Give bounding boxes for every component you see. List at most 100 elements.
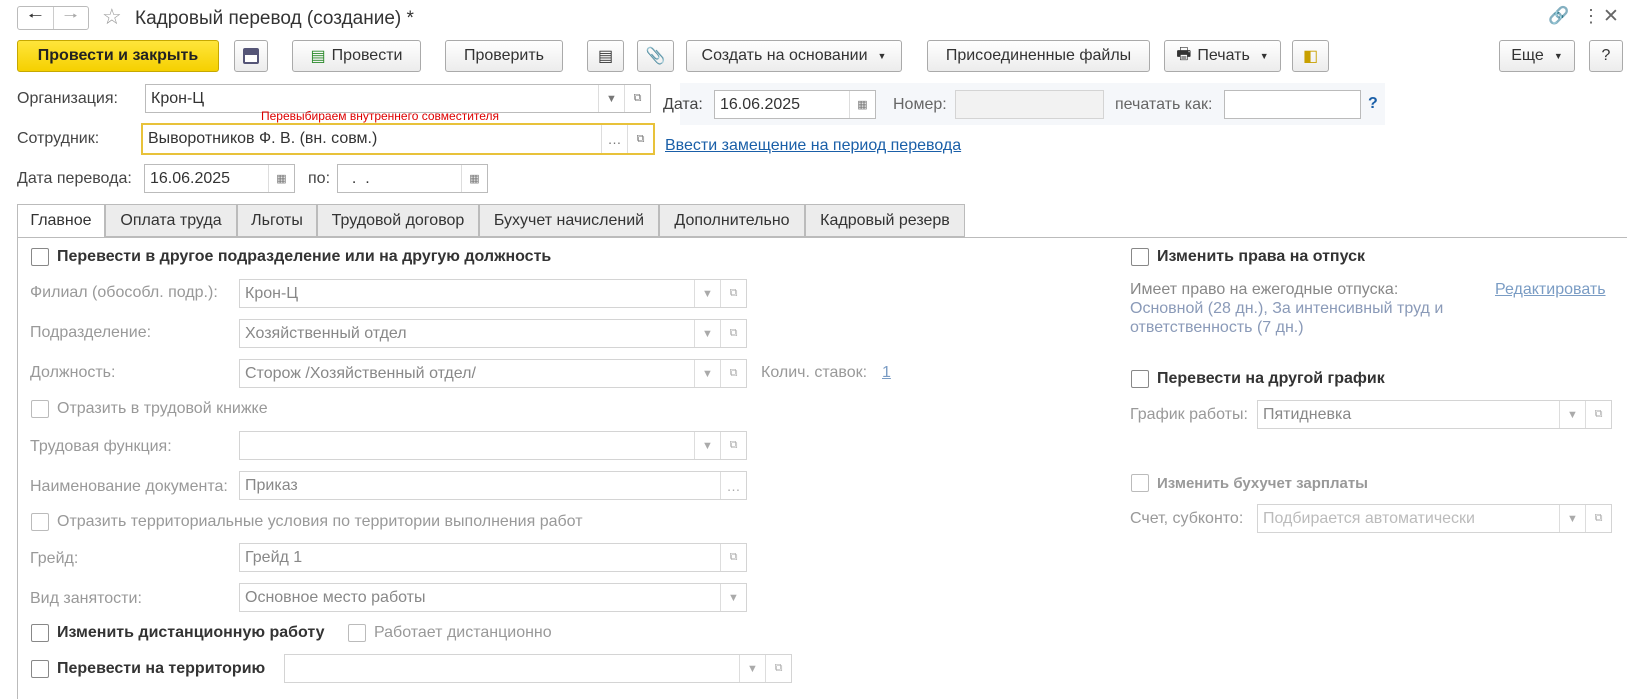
branch-field[interactable]: Крон-Ц ▼ ⧉ [239, 279, 747, 308]
select-dots-icon[interactable]: … [601, 125, 627, 153]
dropdown-icon[interactable]: ▼ [694, 432, 720, 459]
employee-value: Выворотников Ф. В. (вн. совм.) [148, 130, 378, 147]
territorial-checkbox[interactable] [31, 513, 49, 531]
remote-checkbox[interactable] [31, 624, 49, 642]
list-icon: ▤ [597, 48, 614, 65]
window-title: Кадровый перевод (создание) * [135, 8, 414, 29]
territory-field[interactable]: ▼ ⧉ [284, 654, 792, 683]
back-arrow-icon[interactable]: 🠐 [18, 7, 54, 29]
calendar-icon[interactable]: ▦ [461, 165, 487, 192]
open-icon[interactable]: ⧉ [624, 85, 650, 112]
schedule-field[interactable]: Пятидневка ▼ ⧉ [1257, 400, 1612, 429]
doc-name-field[interactable]: Приказ … [239, 471, 747, 500]
account-placeholder: Подбирается автоматически [1263, 509, 1475, 527]
save-button[interactable] [234, 40, 268, 72]
remote-works-checkbox[interactable] [348, 624, 366, 642]
open-icon[interactable]: ⧉ [720, 544, 746, 571]
close-icon[interactable]: ✕ [1603, 5, 1619, 28]
tab-hr-reserve[interactable]: Кадровый резерв [805, 204, 965, 237]
edit-vacation-link[interactable]: Редактировать [1495, 281, 1606, 299]
number-field[interactable] [955, 90, 1104, 119]
report-button[interactable]: ◧ [1292, 40, 1329, 72]
employee-label: Сотрудник: [17, 130, 100, 147]
check-button[interactable]: Проверить [445, 40, 563, 72]
dept-value: Хозяйственный отдел [245, 324, 407, 342]
rates-value[interactable]: 1 [882, 364, 891, 382]
employment-field[interactable]: Основное место работы ▼ [239, 583, 747, 612]
to-date-field[interactable]: . . ▦ [337, 164, 488, 193]
printer-icon: 🖶 [1176, 45, 1192, 63]
substitution-link[interactable]: Ввести замещение на период перевода [665, 137, 961, 155]
open-icon[interactable]: ⧉ [627, 125, 653, 153]
transfer-date-field[interactable]: 16.06.2025 ▦ [144, 164, 295, 193]
grade-field[interactable]: Грейд 1 ⧉ [239, 543, 747, 572]
dropdown-icon[interactable]: ▼ [598, 85, 624, 112]
employee-field[interactable]: Выворотников Ф. В. (вн. совм.) … ⧉ [141, 123, 655, 155]
post-doc-icon: ▤ [310, 48, 326, 65]
tab-labor-contract[interactable]: Трудовой договор [317, 204, 479, 237]
dropdown-icon[interactable]: ▼ [720, 584, 746, 611]
doc-name-value: Приказ [245, 476, 298, 494]
schedule-check-label: Перевести на другой график [1157, 370, 1385, 387]
create-based-on-button[interactable]: Создать на основании ▼ [686, 40, 902, 72]
transfer-checkbox[interactable] [31, 248, 49, 266]
report-clock-icon: ◧ [1302, 48, 1319, 65]
accounting-checkbox[interactable] [1131, 474, 1149, 492]
transfer-check-label: Перевести в другое подразделение или на … [57, 248, 552, 265]
more-button[interactable]: Еще ▼ [1499, 40, 1575, 72]
position-field[interactable]: Сторож /Хозяйственный отдел/ ▼ ⧉ [239, 359, 747, 388]
position-label: Должность: [30, 364, 116, 381]
position-value: Сторож /Хозяйственный отдел/ [245, 364, 476, 382]
dropdown-icon[interactable]: ▼ [694, 360, 720, 387]
help-label: ? [1601, 47, 1611, 64]
open-icon[interactable]: ⧉ [720, 280, 746, 307]
schedule-label: График работы: [1130, 406, 1248, 423]
calendar-icon[interactable]: ▦ [268, 165, 294, 192]
tab-additional[interactable]: Дополнительно [659, 204, 805, 237]
territory-checkbox[interactable] [31, 660, 49, 678]
tab-accrual-accounting[interactable]: Бухучет начислений [479, 204, 659, 237]
tab-benefits[interactable]: Льготы [237, 204, 317, 237]
dropdown-icon[interactable]: ▼ [1559, 401, 1585, 428]
dept-field[interactable]: Хозяйственный отдел ▼ ⧉ [239, 319, 747, 348]
menu-dots-icon[interactable]: ⋮ [1582, 6, 1600, 27]
tab-payment[interactable]: Оплата труда [105, 204, 237, 237]
tab-main[interactable]: Главное [17, 204, 105, 238]
print-as-field[interactable] [1224, 90, 1361, 119]
date-value: 16.06.2025 [720, 95, 801, 113]
attach-button[interactable]: 📎 [637, 40, 674, 72]
labor-book-checkbox[interactable] [31, 400, 49, 418]
favorite-star-icon[interactable]: ☆ [102, 4, 122, 30]
forward-arrow-icon[interactable]: 🠒 [54, 7, 89, 29]
dropdown-icon[interactable]: ▼ [694, 320, 720, 347]
open-icon[interactable]: ⧉ [765, 655, 791, 682]
attached-files-label: Присоединенные файлы [945, 47, 1132, 64]
link-icon[interactable]: 🔗 [1548, 6, 1569, 26]
vacation-line-1: Основной (28 дн.), За интенсивный труд и [1130, 300, 1444, 317]
post-and-close-button[interactable]: Провести и закрыть [17, 40, 219, 72]
open-icon[interactable]: ⧉ [1585, 505, 1611, 532]
dropdown-icon[interactable]: ▼ [1559, 505, 1585, 532]
help-button[interactable]: ? [1589, 40, 1623, 72]
dropdown-icon[interactable]: ▼ [739, 655, 765, 682]
select-dots-icon[interactable]: … [720, 472, 746, 499]
open-icon[interactable]: ⧉ [1585, 401, 1611, 428]
dropdown-icon[interactable]: ▼ [694, 280, 720, 307]
transfer-date-label: Дата перевода: [17, 170, 132, 187]
post-button[interactable]: ▤ Провести [292, 40, 421, 72]
help-mark[interactable]: ? [1368, 95, 1378, 113]
print-button[interactable]: 🖶 Печать ▼ [1164, 40, 1281, 72]
caret-down-icon: ▼ [1553, 51, 1563, 61]
labor-book-label: Отразить в трудовой книжке [57, 400, 268, 417]
labor-func-field[interactable]: ▼ ⧉ [239, 431, 747, 460]
account-field[interactable]: Подбирается автоматически ▼ ⧉ [1257, 504, 1612, 533]
open-icon[interactable]: ⧉ [720, 360, 746, 387]
attached-files-button[interactable]: Присоединенные файлы [927, 40, 1150, 72]
open-icon[interactable]: ⧉ [720, 432, 746, 459]
calendar-icon[interactable]: ▦ [849, 91, 875, 118]
list-button[interactable]: ▤ [587, 40, 624, 72]
open-icon[interactable]: ⧉ [720, 320, 746, 347]
schedule-checkbox[interactable] [1131, 370, 1149, 388]
date-field[interactable]: 16.06.2025 ▦ [714, 90, 876, 119]
vacation-checkbox[interactable] [1131, 248, 1149, 266]
